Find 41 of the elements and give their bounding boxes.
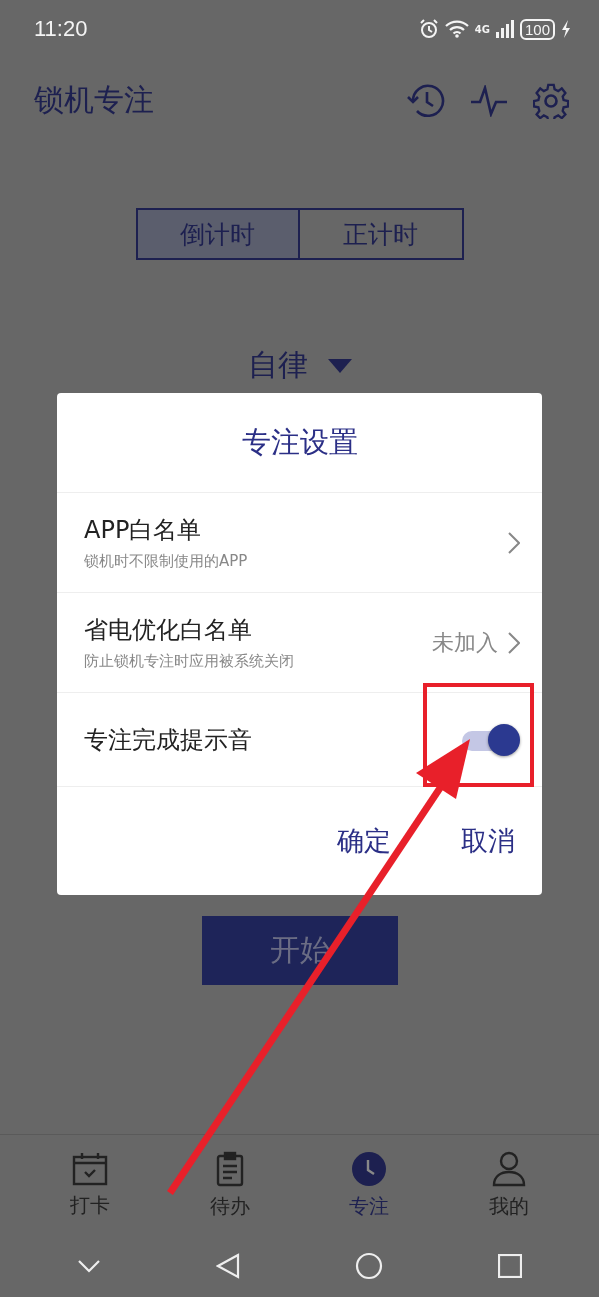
nav-tab[interactable]: 专注 (324, 1135, 415, 1235)
collapse-icon[interactable] (77, 1259, 102, 1273)
chevron-right-icon (508, 531, 520, 554)
dialog-title: 专注设置 (241, 423, 358, 461)
recents-icon[interactable] (497, 1254, 522, 1278)
battery-level: 100 (519, 18, 555, 40)
row-subtitle: 防止锁机专注时应用被系统关闭 (84, 652, 295, 671)
nav-tab[interactable]: 我的 (464, 1135, 555, 1235)
row-title: 省电优化白名单 (84, 615, 253, 646)
settings-icon[interactable] (533, 82, 569, 119)
person-icon (492, 1150, 527, 1187)
network-type: 4G (474, 23, 490, 35)
dialog-button[interactable]: 取消 (461, 823, 515, 859)
settings-row[interactable]: APP白名单 锁机时不限制使用的APP (57, 493, 542, 593)
wifi-icon (444, 20, 469, 38)
category-label[interactable]: 自律 (247, 345, 308, 386)
back-icon[interactable] (216, 1253, 241, 1279)
home-icon[interactable] (354, 1252, 383, 1280)
app-title: 锁机专注 (34, 81, 155, 119)
settings-row[interactable]: 省电优化白名单 防止锁机专注时应用被系统关闭 未加入 (57, 593, 542, 693)
row-subtitle: 锁机时不限制使用的APP (84, 552, 249, 571)
nav-tab[interactable]: 待办 (184, 1135, 275, 1235)
status-time: 11:20 (34, 16, 88, 42)
clock-icon (351, 1150, 388, 1187)
charging-icon (561, 20, 571, 38)
row-title: 专注完成提示音 (84, 724, 253, 756)
row-title: APP白名单 (84, 515, 203, 546)
pulse-icon[interactable] (471, 84, 507, 117)
row-value: 未加入 (432, 628, 498, 657)
signal-icon (495, 20, 514, 38)
nav-tab[interactable]: 打卡 (44, 1135, 135, 1235)
history-icon[interactable] (407, 82, 445, 119)
alarm-icon (418, 19, 439, 39)
mode-tab[interactable]: 倒计时 (135, 208, 300, 260)
dialog-button[interactable]: 确定 (337, 823, 391, 859)
mode-tab[interactable]: 正计时 (299, 208, 464, 260)
clipboard-icon (215, 1150, 244, 1187)
chevron-right-icon (508, 631, 520, 654)
calendar-check-icon (71, 1151, 108, 1186)
dropdown-caret-icon[interactable] (327, 358, 352, 373)
toggle-switch[interactable] (462, 722, 520, 757)
